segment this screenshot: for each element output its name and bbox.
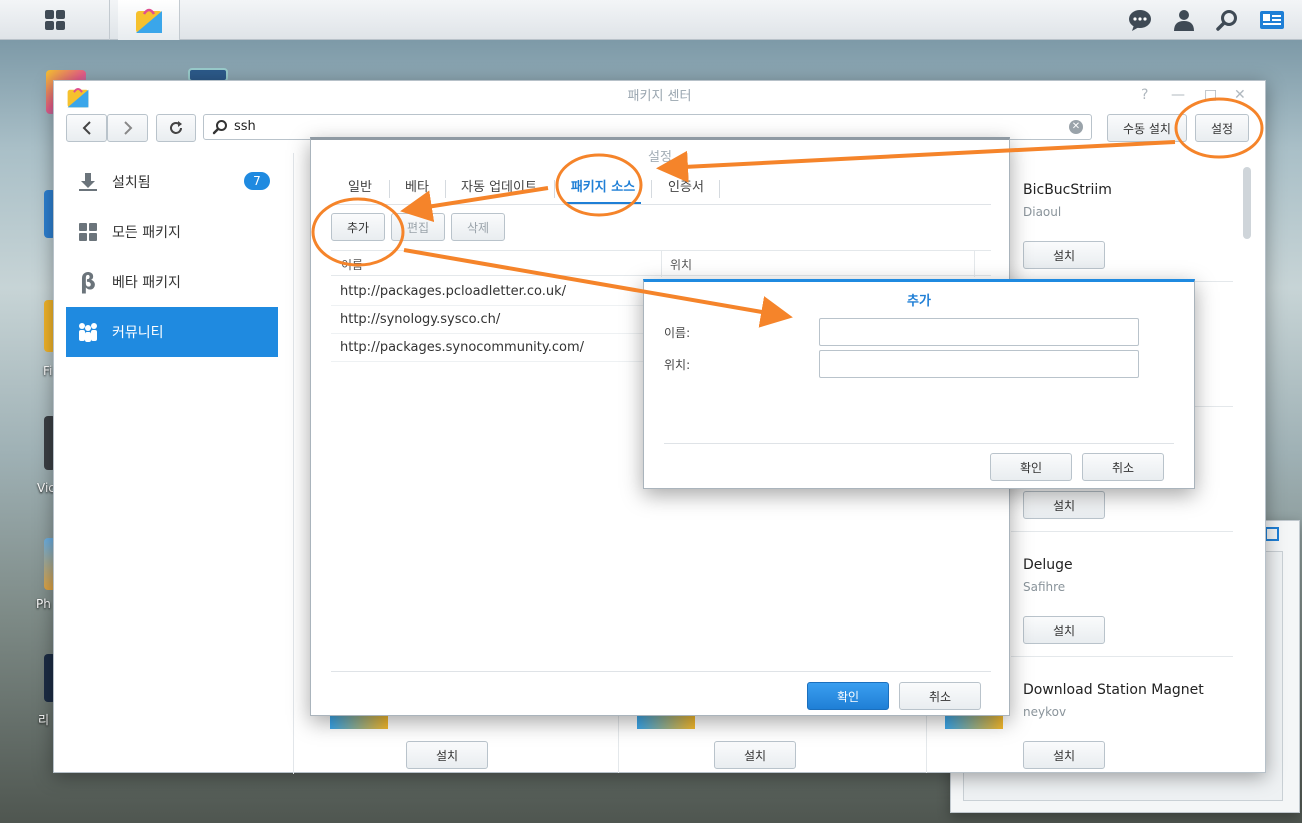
sidebar-item-label: 베타 패키지 <box>112 275 181 291</box>
edit-button[interactable]: 편집 <box>391 213 445 241</box>
install-button[interactable]: 설치 <box>1023 241 1105 269</box>
sidebar-item-community[interactable]: 커뮤니티 <box>66 307 278 357</box>
manual-install-button[interactable]: 수동 설치 <box>1107 114 1187 142</box>
sidebar-item-label: 설치됨 <box>112 175 151 191</box>
user-icon[interactable] <box>1170 6 1198 34</box>
tab-certificate[interactable]: 인증서 <box>661 174 711 204</box>
main-menu-button[interactable] <box>0 0 110 40</box>
search-icon[interactable] <box>1213 6 1241 34</box>
settings-button[interactable]: 설정 <box>1195 114 1249 142</box>
minimize-icon[interactable]: — <box>1171 87 1185 103</box>
back-button[interactable] <box>66 114 107 142</box>
package-author: Diaoul <box>1023 205 1062 219</box>
package-center-taskbar-button[interactable] <box>118 0 180 40</box>
sidebar-item-label: 모든 패키지 <box>112 225 181 241</box>
name-label: 이름: <box>664 326 691 340</box>
sidebar-item-label: 커뮤니티 <box>112 325 164 341</box>
dialog-title: 설정 <box>648 150 672 165</box>
chevron-right-icon <box>123 121 132 135</box>
download-icon <box>76 170 100 194</box>
main-menu-icon <box>44 10 65 30</box>
add-source-dialog: 추가 이름: 위치: 확인 취소 <box>643 279 1195 489</box>
package-name: Deluge <box>1023 557 1073 573</box>
column-header-name[interactable]: 이름 <box>341 256 363 273</box>
cancel-button[interactable]: 취소 <box>899 682 981 710</box>
sources-table-header: 이름 위치 <box>331 250 991 277</box>
close-icon[interactable]: ✕ <box>1234 87 1246 103</box>
desktop-label: Fi <box>43 364 53 378</box>
desktop-label: 리 <box>38 713 50 727</box>
package-name: Download Station Magnet <box>1023 682 1204 698</box>
delete-button[interactable]: 삭제 <box>451 213 505 241</box>
sidebar-item-installed[interactable]: 설치됨 7 <box>66 157 278 207</box>
chat-icon[interactable] <box>1126 6 1154 34</box>
clear-search-icon[interactable]: ✕ <box>1069 120 1083 134</box>
install-button[interactable]: 설치 <box>1023 616 1105 644</box>
help-icon[interactable]: ? <box>1141 87 1148 103</box>
window-title: 패키지 센터 <box>627 89 692 104</box>
widgets-icon[interactable] <box>1258 6 1286 34</box>
install-button[interactable]: 설치 <box>1023 491 1105 519</box>
sidebar-item-all-packages[interactable]: 모든 패키지 <box>66 207 278 257</box>
tab-package-sources[interactable]: 패키지 소스 <box>565 174 641 204</box>
chevron-left-icon <box>82 121 91 135</box>
location-label: 위치: <box>664 358 691 372</box>
maximize-icon[interactable]: □ <box>1204 87 1217 103</box>
install-button[interactable]: 설치 <box>406 741 488 769</box>
tab-beta[interactable]: 베타 <box>395 174 439 204</box>
beta-icon: β <box>80 269 96 295</box>
taskbar <box>0 0 1302 40</box>
sidebar-item-beta-packages[interactable]: β 베타 패키지 <box>66 257 278 307</box>
package-name: BicBucStriim <box>1023 182 1112 198</box>
install-button[interactable]: 설치 <box>714 741 796 769</box>
dialog-title: 추가 <box>907 294 931 309</box>
refresh-icon <box>170 121 182 134</box>
package-author: neykov <box>1023 705 1067 719</box>
forward-button[interactable] <box>107 114 148 142</box>
refresh-button[interactable] <box>156 114 196 142</box>
cancel-button[interactable]: 취소 <box>1082 453 1164 481</box>
community-icon <box>76 320 100 344</box>
name-field[interactable] <box>819 318 1139 346</box>
installed-count-badge: 7 <box>244 172 270 190</box>
scrollbar-thumb[interactable] <box>1243 167 1251 239</box>
tab-auto-update[interactable]: 자동 업데이트 <box>453 174 545 204</box>
table-row[interactable]: http://packages.synocommunity.com/ <box>331 334 661 362</box>
table-row[interactable]: http://synology.sysco.ch/ <box>331 306 661 334</box>
grid-icon <box>76 220 100 244</box>
install-button[interactable]: 설치 <box>1023 741 1105 769</box>
column-header-location[interactable]: 위치 <box>670 256 692 273</box>
table-row[interactable]: http://packages.pcloadletter.co.uk/ <box>331 278 661 306</box>
tab-general[interactable]: 일반 <box>337 174 383 204</box>
location-field[interactable] <box>819 350 1139 378</box>
search-icon <box>212 120 227 135</box>
search-input[interactable]: ssh <box>234 119 256 134</box>
ok-button[interactable]: 확인 <box>990 453 1072 481</box>
package-center-icon <box>135 8 162 33</box>
sidebar: 설치됨 7 모든 패키지 β 베타 패키지 커뮤니티 <box>54 153 294 774</box>
ok-button[interactable]: 확인 <box>807 682 889 710</box>
desktop-label: Ph <box>36 597 51 611</box>
package-author: Safihre <box>1023 580 1066 594</box>
add-button[interactable]: 추가 <box>331 213 385 241</box>
